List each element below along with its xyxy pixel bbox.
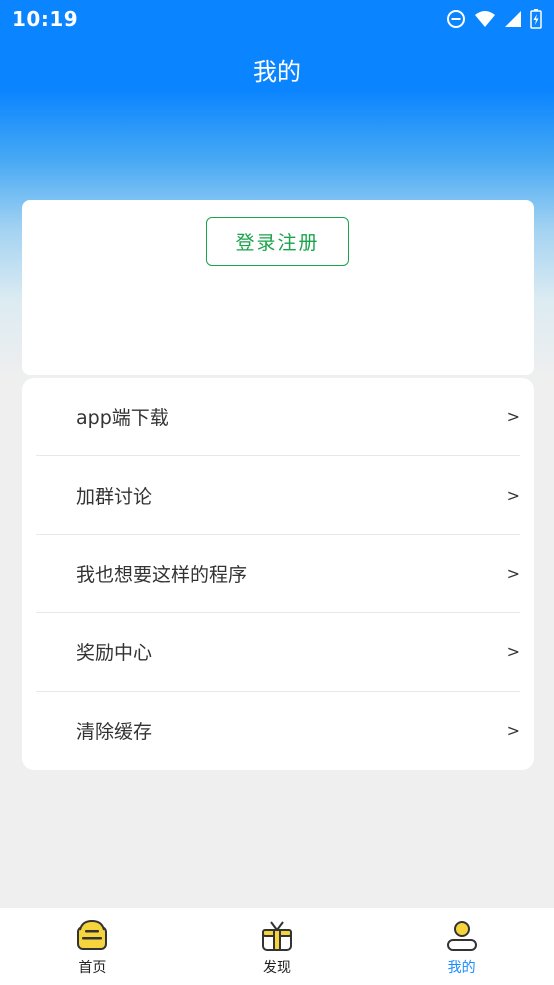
menu-item-label: 我也想要这样的程序 [76,563,248,586]
status-icons [446,9,542,29]
chevron-right-icon: > [506,721,520,741]
status-time: 10:19 [12,7,79,31]
menu-item-want-program[interactable]: 我也想要这样的程序 > [36,535,520,614]
do-not-disturb-icon [447,10,465,28]
menu-item-label: 清除缓存 [76,721,153,744]
menu-item-rewards[interactable]: 奖励中心 > [36,613,520,692]
menu-item-label: app端下载 [76,407,169,430]
bottom-tab-bar: 首页 发现 我的 [0,908,554,985]
menu-item-label: 加群讨论 [76,485,153,508]
login-register-button[interactable]: 登录注册 [206,217,349,266]
menu-item-label: 奖励中心 [76,642,153,665]
tab-label: 发现 [263,960,291,976]
tab-home[interactable]: 首页 [0,908,185,985]
home-icon [77,919,108,950]
menu-item-app-download[interactable]: app端下载 > [36,378,520,457]
chevron-right-icon: > [506,407,520,427]
tab-label: 我的 [447,960,476,976]
battery-charging-icon [530,9,542,29]
menu-item-clear-cache[interactable]: 清除缓存 > [36,692,520,770]
tab-mine[interactable]: 我的 [369,908,554,985]
tab-label: 首页 [78,960,107,976]
chevron-right-icon: > [506,642,520,662]
login-card: 登录注册 [22,200,534,375]
chevron-right-icon: > [506,563,520,583]
menu-list: app端下载 > 加群讨论 > 我也想要这样的程序 > 奖励中心 > 清除缓存 … [22,378,534,770]
user-icon [446,921,477,951]
gift-icon [262,921,292,951]
tab-discover[interactable]: 发现 [185,908,370,985]
page-title: 我的 [253,58,301,86]
signal-icon [505,11,521,27]
wifi-icon [475,11,495,27]
menu-item-join-group[interactable]: 加群讨论 > [36,456,520,535]
chevron-right-icon: > [506,485,520,505]
status-bar: 10:19 [0,0,554,38]
